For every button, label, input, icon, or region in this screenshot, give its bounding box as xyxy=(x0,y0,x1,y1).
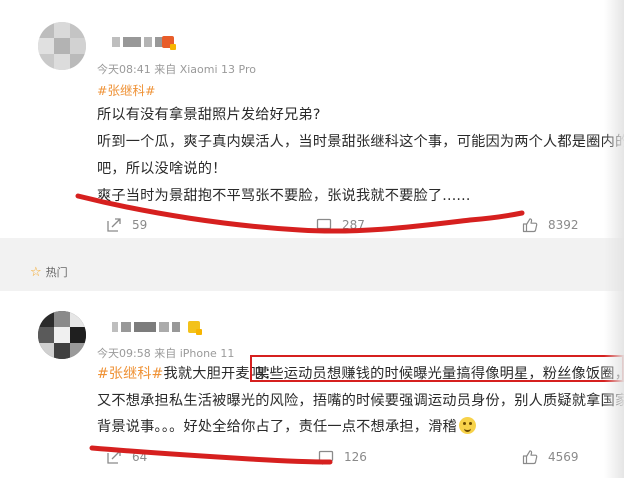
weibo-post-1: 今天08:41 来自 Xiaomi 13 Pro #张继科# 所以有没有拿景甜照… xyxy=(0,0,624,238)
post-text-line: 吧，所以没啥说的！ xyxy=(97,161,227,177)
repost-count: 64 xyxy=(132,450,148,464)
username[interactable] xyxy=(112,36,165,48)
repost-button[interactable]: 59 xyxy=(106,217,147,233)
hot-section-label: ☆ 热门 xyxy=(30,264,68,280)
comment-icon xyxy=(318,449,334,465)
like-count: 4569 xyxy=(548,450,579,464)
repost-icon xyxy=(106,449,122,465)
repost-count: 59 xyxy=(132,218,148,232)
vip-badge-icon xyxy=(188,321,202,335)
topic-tag[interactable]: #张继科# xyxy=(97,366,163,382)
post-text-line: 背景说事。。。好处全给你占了，责任一点不想承担，滑稽 xyxy=(97,416,476,436)
comment-button[interactable]: 287 xyxy=(316,217,365,233)
thumbs-up-icon xyxy=(522,217,538,233)
repost-button[interactable]: 64 xyxy=(106,449,147,465)
like-button[interactable]: 4569 xyxy=(522,449,579,465)
thumbs-up-icon xyxy=(522,449,538,465)
comment-count: 126 xyxy=(344,450,367,464)
comment-count: 287 xyxy=(342,218,365,232)
post-text-line: 爽子当时为景甜抱不平骂张不要脸，张说我就不要脸了...... xyxy=(97,188,471,204)
username[interactable] xyxy=(112,321,180,333)
post-text-tail: 背景说事。。。好处全给你占了，责任一点不想承担，滑稽 xyxy=(97,419,457,435)
star-icon: ☆ xyxy=(30,264,42,280)
post-meta: 今天08:41 来自 Xiaomi 13 Pro xyxy=(97,63,256,76)
comment-button[interactable]: 126 xyxy=(318,449,367,465)
avatar[interactable] xyxy=(38,311,86,359)
topic-tag[interactable]: #张继科# xyxy=(97,80,155,99)
hot-label-text: 热门 xyxy=(45,266,68,279)
post-text-line: 所以有没有拿景甜照片发给好兄弟? xyxy=(97,107,321,123)
doge-emoji-icon xyxy=(458,417,476,434)
edge-shadow xyxy=(604,0,624,478)
repost-icon xyxy=(106,217,122,233)
post-text-line: 又不想承担私生活被曝光的风险，捂嘴的时候要强调运动员身份，别人质疑就拿国家当 xyxy=(97,393,624,409)
like-button[interactable]: 8392 xyxy=(522,217,579,233)
annotation-box xyxy=(250,355,624,382)
comment-icon xyxy=(316,217,332,233)
weibo-post-2: 今天09:58 来自 iPhone 11 #张继科#我就大胆开麦吧： 某些运动员… xyxy=(0,291,624,478)
vip-badge-icon xyxy=(162,36,176,50)
post-meta: 今天09:58 来自 iPhone 11 xyxy=(97,347,235,360)
like-count: 8392 xyxy=(548,218,579,232)
post-text-line: 听到一个瓜，爽子真内娱活人，当时景甜张继科这个事，可能因为两个人都是圈内的 xyxy=(97,134,624,150)
avatar[interactable] xyxy=(38,22,86,70)
